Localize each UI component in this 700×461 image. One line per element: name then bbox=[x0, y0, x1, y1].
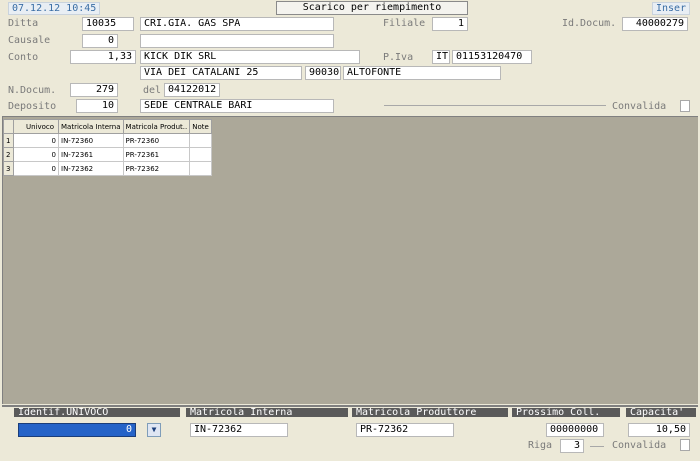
table-row[interactable]: 1 0 IN-72360 PR-72360 bbox=[3, 133, 212, 148]
row-number: 3 bbox=[3, 161, 14, 176]
conto-code-field[interactable]: 1,33 bbox=[70, 50, 136, 64]
matricola-produttore-field[interactable]: PR-72362 bbox=[356, 423, 454, 437]
address-cap-field[interactable]: 90030 bbox=[305, 66, 341, 80]
interna-group-title: Matricola Interna bbox=[186, 408, 348, 417]
del-date-field[interactable]: 04122012 bbox=[164, 83, 220, 97]
convalida-checkbox[interactable] bbox=[680, 100, 690, 112]
detail-grid: Univoco Matricola Interna Matricola Prod… bbox=[3, 119, 212, 176]
datetime-stamp: 07.12.12 10:45 bbox=[8, 2, 101, 15]
mode-indicator: Inser bbox=[652, 2, 691, 15]
cell-matricola-interna[interactable]: IN-72360 bbox=[58, 133, 124, 148]
riga-field[interactable]: 3 bbox=[560, 439, 584, 453]
cell-matricola-interna[interactable]: IN-72361 bbox=[58, 147, 124, 162]
col-univoco[interactable]: Univoco bbox=[13, 119, 59, 134]
cell-matricola-produttore[interactable]: PR-72362 bbox=[122, 161, 191, 176]
cell-univoco[interactable]: 0 bbox=[13, 133, 59, 148]
riga-label: Riga bbox=[528, 440, 553, 451]
ndocum-field[interactable]: 279 bbox=[70, 83, 118, 97]
chevron-down-icon[interactable]: ▼ bbox=[147, 423, 161, 437]
prossimo-group-title: Prossimo Coll. bbox=[512, 408, 620, 417]
deposito-code-field[interactable]: 10 bbox=[76, 99, 118, 113]
del-label: del bbox=[143, 85, 162, 96]
convalida-bottom-checkbox[interactable] bbox=[680, 439, 690, 451]
causale-label: Causale bbox=[8, 35, 51, 46]
identif-univoco-field[interactable]: 0 bbox=[18, 423, 136, 437]
convalida-label: Convalida bbox=[612, 101, 667, 112]
causale-code-field[interactable]: 0 bbox=[82, 34, 118, 48]
cell-matricola-produttore[interactable]: PR-72361 bbox=[122, 147, 191, 162]
cell-matricola-interna[interactable]: IN-72362 bbox=[58, 161, 124, 176]
ditta-label: Ditta bbox=[8, 18, 39, 29]
causale-desc-field[interactable] bbox=[140, 34, 334, 48]
col-matricola-produttore[interactable]: Matricola Produt.. bbox=[122, 119, 191, 134]
piva-field[interactable]: 01153120470 bbox=[452, 50, 532, 64]
ndocum-label: N.Docum. bbox=[8, 85, 57, 96]
col-note[interactable]: Note bbox=[189, 119, 212, 134]
cell-univoco[interactable]: 0 bbox=[13, 161, 59, 176]
address-city-field[interactable]: ALTOFONTE bbox=[343, 66, 501, 80]
address-street-field[interactable]: VIA DEI CATALANI 25 bbox=[140, 66, 302, 80]
cell-univoco[interactable]: 0 bbox=[13, 147, 59, 162]
table-row[interactable]: 2 0 IN-72361 PR-72361 bbox=[3, 147, 212, 162]
filiale-label: Filiale bbox=[383, 18, 426, 29]
conto-label: Conto bbox=[8, 52, 39, 63]
capacita-group-title: Capacita' bbox=[626, 408, 696, 417]
cell-note[interactable] bbox=[189, 147, 212, 162]
table-row[interactable]: 3 0 IN-72362 PR-72362 bbox=[3, 161, 212, 176]
matricola-interna-field[interactable]: IN-72362 bbox=[190, 423, 288, 437]
id-docum-label: Id.Docum. bbox=[562, 18, 617, 29]
identif-group-title: Identif.UNIVOCO bbox=[14, 408, 180, 417]
row-number: 1 bbox=[3, 133, 14, 148]
divider bbox=[590, 446, 604, 447]
deposito-name-field[interactable]: SEDE CENTRALE BARI bbox=[140, 99, 334, 113]
prossimo-coll-field[interactable]: 00000000 bbox=[546, 423, 604, 437]
convalida-bottom-label: Convalida bbox=[612, 440, 667, 451]
ditta-code-field[interactable]: 10035 bbox=[82, 17, 134, 31]
filiale-field[interactable]: 1 bbox=[432, 17, 468, 31]
ditta-name-field[interactable]: CRI.GIA. GAS SPA bbox=[140, 17, 334, 31]
produttore-group-title: Matricola Produttore bbox=[352, 408, 508, 417]
cell-note[interactable] bbox=[189, 133, 212, 148]
piva-label: P.Iva bbox=[383, 52, 414, 63]
grid-corner bbox=[3, 119, 14, 134]
cell-note[interactable] bbox=[189, 161, 212, 176]
piva-country-field[interactable]: IT bbox=[432, 50, 450, 64]
window-title: Scarico per riempimento bbox=[276, 1, 468, 15]
capacita-field[interactable]: 10,50 bbox=[628, 423, 690, 437]
detail-grid-area: Univoco Matricola Interna Matricola Prod… bbox=[2, 116, 698, 404]
row-number: 2 bbox=[3, 147, 14, 162]
cell-matricola-produttore[interactable]: PR-72360 bbox=[122, 133, 191, 148]
grid-header-row: Univoco Matricola Interna Matricola Prod… bbox=[3, 119, 212, 134]
col-matricola-interna[interactable]: Matricola Interna bbox=[58, 119, 124, 134]
deposito-label: Deposito bbox=[8, 101, 57, 112]
id-docum-field[interactable]: 40000279 bbox=[622, 17, 688, 31]
divider bbox=[384, 105, 606, 106]
conto-name-field[interactable]: KICK DIK SRL bbox=[140, 50, 360, 64]
